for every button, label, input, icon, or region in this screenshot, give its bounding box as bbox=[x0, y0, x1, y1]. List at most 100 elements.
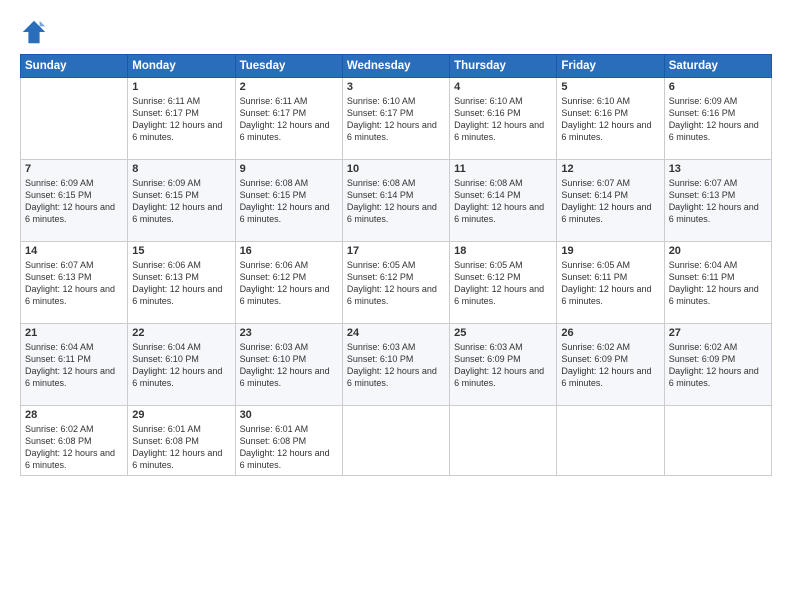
day-number: 13 bbox=[669, 163, 767, 175]
day-number: 9 bbox=[240, 163, 338, 175]
day-number: 5 bbox=[561, 81, 659, 93]
day-number: 27 bbox=[669, 327, 767, 339]
day-number: 19 bbox=[561, 245, 659, 257]
calendar-week-4: 21 Sunrise: 6:04 AMSunset: 6:11 PMDaylig… bbox=[21, 324, 772, 406]
calendar-cell bbox=[450, 406, 557, 476]
cell-info: Sunrise: 6:11 AMSunset: 6:17 PMDaylight:… bbox=[132, 96, 222, 142]
day-number: 23 bbox=[240, 327, 338, 339]
cell-info: Sunrise: 6:02 AMSunset: 6:09 PMDaylight:… bbox=[669, 342, 759, 388]
calendar-cell: 1 Sunrise: 6:11 AMSunset: 6:17 PMDayligh… bbox=[128, 78, 235, 160]
calendar-cell: 27 Sunrise: 6:02 AMSunset: 6:09 PMDaylig… bbox=[664, 324, 771, 406]
calendar-cell: 2 Sunrise: 6:11 AMSunset: 6:17 PMDayligh… bbox=[235, 78, 342, 160]
cell-info: Sunrise: 6:05 AMSunset: 6:12 PMDaylight:… bbox=[454, 260, 544, 306]
day-number: 7 bbox=[25, 163, 123, 175]
day-number: 6 bbox=[669, 81, 767, 93]
cell-info: Sunrise: 6:10 AMSunset: 6:17 PMDaylight:… bbox=[347, 96, 437, 142]
day-number: 30 bbox=[240, 409, 338, 421]
cell-info: Sunrise: 6:01 AMSunset: 6:08 PMDaylight:… bbox=[132, 424, 222, 470]
calendar-cell: 5 Sunrise: 6:10 AMSunset: 6:16 PMDayligh… bbox=[557, 78, 664, 160]
day-number: 16 bbox=[240, 245, 338, 257]
day-number: 26 bbox=[561, 327, 659, 339]
cell-info: Sunrise: 6:07 AMSunset: 6:13 PMDaylight:… bbox=[25, 260, 115, 306]
weekday-header-tuesday: Tuesday bbox=[235, 55, 342, 78]
weekday-header-sunday: Sunday bbox=[21, 55, 128, 78]
day-number: 11 bbox=[454, 163, 552, 175]
calendar-cell: 17 Sunrise: 6:05 AMSunset: 6:12 PMDaylig… bbox=[342, 242, 449, 324]
cell-info: Sunrise: 6:04 AMSunset: 6:11 PMDaylight:… bbox=[669, 260, 759, 306]
calendar-cell: 25 Sunrise: 6:03 AMSunset: 6:09 PMDaylig… bbox=[450, 324, 557, 406]
weekday-header-wednesday: Wednesday bbox=[342, 55, 449, 78]
cell-info: Sunrise: 6:06 AMSunset: 6:13 PMDaylight:… bbox=[132, 260, 222, 306]
day-number: 28 bbox=[25, 409, 123, 421]
day-number: 15 bbox=[132, 245, 230, 257]
cell-info: Sunrise: 6:08 AMSunset: 6:15 PMDaylight:… bbox=[240, 178, 330, 224]
calendar-cell: 15 Sunrise: 6:06 AMSunset: 6:13 PMDaylig… bbox=[128, 242, 235, 324]
calendar-cell: 8 Sunrise: 6:09 AMSunset: 6:15 PMDayligh… bbox=[128, 160, 235, 242]
day-number: 2 bbox=[240, 81, 338, 93]
day-number: 18 bbox=[454, 245, 552, 257]
calendar-cell: 20 Sunrise: 6:04 AMSunset: 6:11 PMDaylig… bbox=[664, 242, 771, 324]
calendar-cell: 4 Sunrise: 6:10 AMSunset: 6:16 PMDayligh… bbox=[450, 78, 557, 160]
day-number: 17 bbox=[347, 245, 445, 257]
calendar-week-5: 28 Sunrise: 6:02 AMSunset: 6:08 PMDaylig… bbox=[21, 406, 772, 476]
day-number: 8 bbox=[132, 163, 230, 175]
cell-info: Sunrise: 6:07 AMSunset: 6:13 PMDaylight:… bbox=[669, 178, 759, 224]
cell-info: Sunrise: 6:09 AMSunset: 6:15 PMDaylight:… bbox=[25, 178, 115, 224]
weekday-header-saturday: Saturday bbox=[664, 55, 771, 78]
calendar-cell bbox=[342, 406, 449, 476]
day-number: 24 bbox=[347, 327, 445, 339]
cell-info: Sunrise: 6:04 AMSunset: 6:10 PMDaylight:… bbox=[132, 342, 222, 388]
calendar-cell: 13 Sunrise: 6:07 AMSunset: 6:13 PMDaylig… bbox=[664, 160, 771, 242]
weekday-header-friday: Friday bbox=[557, 55, 664, 78]
cell-info: Sunrise: 6:10 AMSunset: 6:16 PMDaylight:… bbox=[561, 96, 651, 142]
day-number: 29 bbox=[132, 409, 230, 421]
cell-info: Sunrise: 6:02 AMSunset: 6:09 PMDaylight:… bbox=[561, 342, 651, 388]
day-number: 3 bbox=[347, 81, 445, 93]
calendar-cell: 9 Sunrise: 6:08 AMSunset: 6:15 PMDayligh… bbox=[235, 160, 342, 242]
calendar-cell: 30 Sunrise: 6:01 AMSunset: 6:08 PMDaylig… bbox=[235, 406, 342, 476]
day-number: 1 bbox=[132, 81, 230, 93]
day-number: 21 bbox=[25, 327, 123, 339]
weekday-header-row: SundayMondayTuesdayWednesdayThursdayFrid… bbox=[21, 55, 772, 78]
logo bbox=[20, 18, 52, 46]
cell-info: Sunrise: 6:09 AMSunset: 6:15 PMDaylight:… bbox=[132, 178, 222, 224]
calendar-cell: 7 Sunrise: 6:09 AMSunset: 6:15 PMDayligh… bbox=[21, 160, 128, 242]
day-number: 22 bbox=[132, 327, 230, 339]
cell-info: Sunrise: 6:02 AMSunset: 6:08 PMDaylight:… bbox=[25, 424, 115, 470]
day-number: 12 bbox=[561, 163, 659, 175]
calendar-week-3: 14 Sunrise: 6:07 AMSunset: 6:13 PMDaylig… bbox=[21, 242, 772, 324]
logo-icon bbox=[20, 18, 48, 46]
calendar-cell: 18 Sunrise: 6:05 AMSunset: 6:12 PMDaylig… bbox=[450, 242, 557, 324]
cell-info: Sunrise: 6:06 AMSunset: 6:12 PMDaylight:… bbox=[240, 260, 330, 306]
cell-info: Sunrise: 6:03 AMSunset: 6:10 PMDaylight:… bbox=[347, 342, 437, 388]
cell-info: Sunrise: 6:04 AMSunset: 6:11 PMDaylight:… bbox=[25, 342, 115, 388]
cell-info: Sunrise: 6:09 AMSunset: 6:16 PMDaylight:… bbox=[669, 96, 759, 142]
calendar-table: SundayMondayTuesdayWednesdayThursdayFrid… bbox=[20, 54, 772, 476]
calendar-cell bbox=[21, 78, 128, 160]
weekday-header-monday: Monday bbox=[128, 55, 235, 78]
calendar-cell bbox=[664, 406, 771, 476]
calendar-cell: 12 Sunrise: 6:07 AMSunset: 6:14 PMDaylig… bbox=[557, 160, 664, 242]
calendar-cell: 3 Sunrise: 6:10 AMSunset: 6:17 PMDayligh… bbox=[342, 78, 449, 160]
cell-info: Sunrise: 6:08 AMSunset: 6:14 PMDaylight:… bbox=[347, 178, 437, 224]
day-number: 14 bbox=[25, 245, 123, 257]
cell-info: Sunrise: 6:03 AMSunset: 6:10 PMDaylight:… bbox=[240, 342, 330, 388]
day-number: 10 bbox=[347, 163, 445, 175]
calendar-cell: 10 Sunrise: 6:08 AMSunset: 6:14 PMDaylig… bbox=[342, 160, 449, 242]
cell-info: Sunrise: 6:10 AMSunset: 6:16 PMDaylight:… bbox=[454, 96, 544, 142]
calendar-cell: 6 Sunrise: 6:09 AMSunset: 6:16 PMDayligh… bbox=[664, 78, 771, 160]
page: SundayMondayTuesdayWednesdayThursdayFrid… bbox=[0, 0, 792, 612]
calendar-cell: 24 Sunrise: 6:03 AMSunset: 6:10 PMDaylig… bbox=[342, 324, 449, 406]
calendar-week-1: 1 Sunrise: 6:11 AMSunset: 6:17 PMDayligh… bbox=[21, 78, 772, 160]
header bbox=[20, 18, 772, 46]
calendar-cell: 16 Sunrise: 6:06 AMSunset: 6:12 PMDaylig… bbox=[235, 242, 342, 324]
calendar-cell: 11 Sunrise: 6:08 AMSunset: 6:14 PMDaylig… bbox=[450, 160, 557, 242]
calendar-cell: 28 Sunrise: 6:02 AMSunset: 6:08 PMDaylig… bbox=[21, 406, 128, 476]
cell-info: Sunrise: 6:05 AMSunset: 6:11 PMDaylight:… bbox=[561, 260, 651, 306]
calendar-cell: 22 Sunrise: 6:04 AMSunset: 6:10 PMDaylig… bbox=[128, 324, 235, 406]
calendar-cell bbox=[557, 406, 664, 476]
calendar-week-2: 7 Sunrise: 6:09 AMSunset: 6:15 PMDayligh… bbox=[21, 160, 772, 242]
cell-info: Sunrise: 6:03 AMSunset: 6:09 PMDaylight:… bbox=[454, 342, 544, 388]
day-number: 20 bbox=[669, 245, 767, 257]
cell-info: Sunrise: 6:11 AMSunset: 6:17 PMDaylight:… bbox=[240, 96, 330, 142]
